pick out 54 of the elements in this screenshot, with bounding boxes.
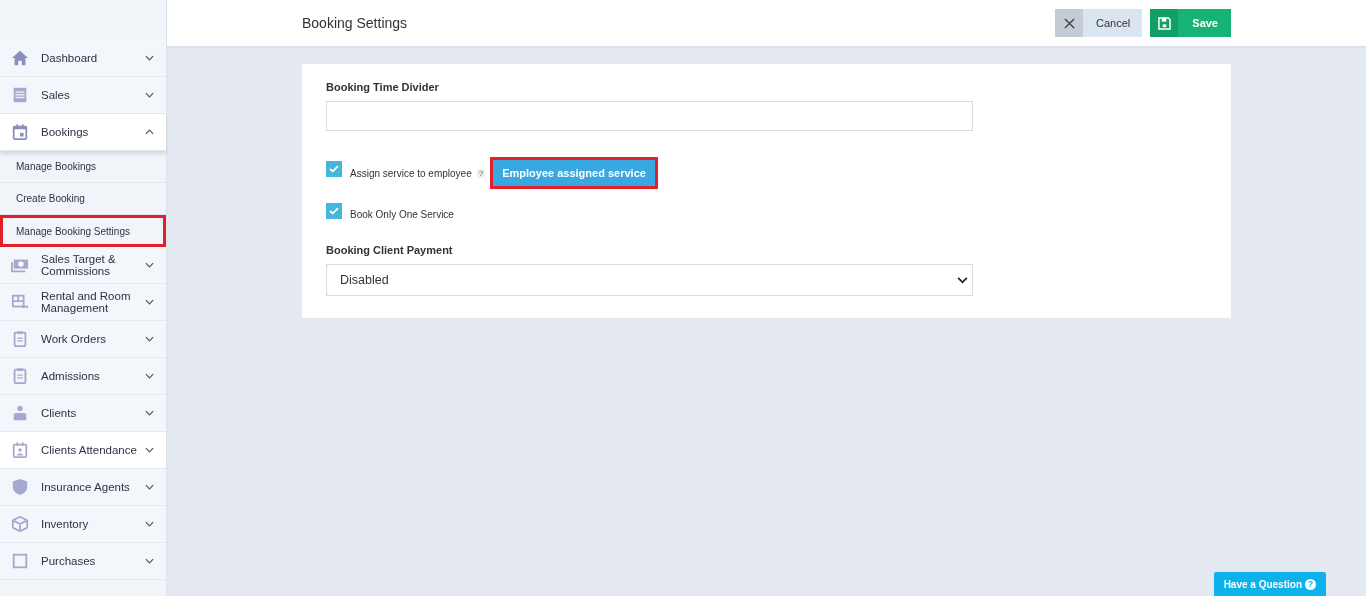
chevron-down-icon [145,55,154,61]
chevron-down-icon [145,558,154,564]
checkbox-label: Book Only One Service [350,209,454,220]
shield-icon [11,478,29,496]
page-title: Booking Settings [302,15,408,31]
list-icon [11,86,29,104]
checkmark-icon [329,206,339,215]
close-icon [1063,17,1075,29]
sidebar-item-label: Clients Attendance [41,443,138,457]
field-label: Booking Time Divider [326,81,440,93]
calendar-icon [11,123,29,141]
input-field[interactable] [326,101,973,131]
chevron-up-icon [145,129,154,135]
checkbox[interactable] [326,161,342,177]
sidebar-item-label: Clients [41,406,78,420]
person-icon [11,404,29,422]
clipboard-icon [11,330,29,348]
sidebar-item-label: Sales [41,88,71,102]
chevron-down-icon [145,92,154,98]
select-dropdown[interactable]: Disabled [326,264,973,296]
sidebar-item-label: Purchases [41,554,97,568]
checkbox-label: Assign service to employee [350,167,472,179]
chevron-down-icon [145,262,154,268]
submenu-item[interactable]: Manage Booking Settings [0,215,166,247]
submenu-item[interactable]: Create Booking [0,183,166,215]
submenu-item[interactable]: Manage Bookings [0,151,166,183]
chevron-down-icon [145,373,154,379]
chevron-down-icon [145,484,154,490]
chevron-down-icon [957,276,968,284]
sidebar-item-label: Insurance Agents [41,480,131,494]
sidebar-item-label: Rental and Room Management [41,289,132,315]
sidebar-item-label: Inventory [41,517,90,531]
help-badge[interactable]: ? [476,168,486,178]
sidebar-item-label: Bookings [41,125,90,139]
cancel-button[interactable]: Cancel [1055,9,1143,37]
sidebar-item-label: Dashboard [41,51,99,65]
sidebar-item-label: Admissions [41,369,101,383]
calendar-person-icon [11,441,29,459]
sidebar-item[interactable]: Clients Attendance [0,432,166,469]
clipboard-icon [11,367,29,385]
room-key-icon [11,293,29,311]
home-icon [11,49,29,67]
sidebar-item-label: Sales Target & Commissions [41,252,117,278]
sidebar-item[interactable]: Bookings [0,114,166,151]
chevron-down-icon [145,447,154,453]
sidebar-item-label: Work Orders [41,332,107,346]
box-icon [11,515,29,533]
chevron-down-icon [145,410,154,416]
checkmark-icon [329,165,339,173]
field-label: Booking Client Payment [326,244,454,256]
chevron-down-icon [145,336,154,342]
chevron-down-icon [145,521,154,527]
chevron-down-icon [145,299,154,305]
checkbox[interactable] [326,202,342,219]
